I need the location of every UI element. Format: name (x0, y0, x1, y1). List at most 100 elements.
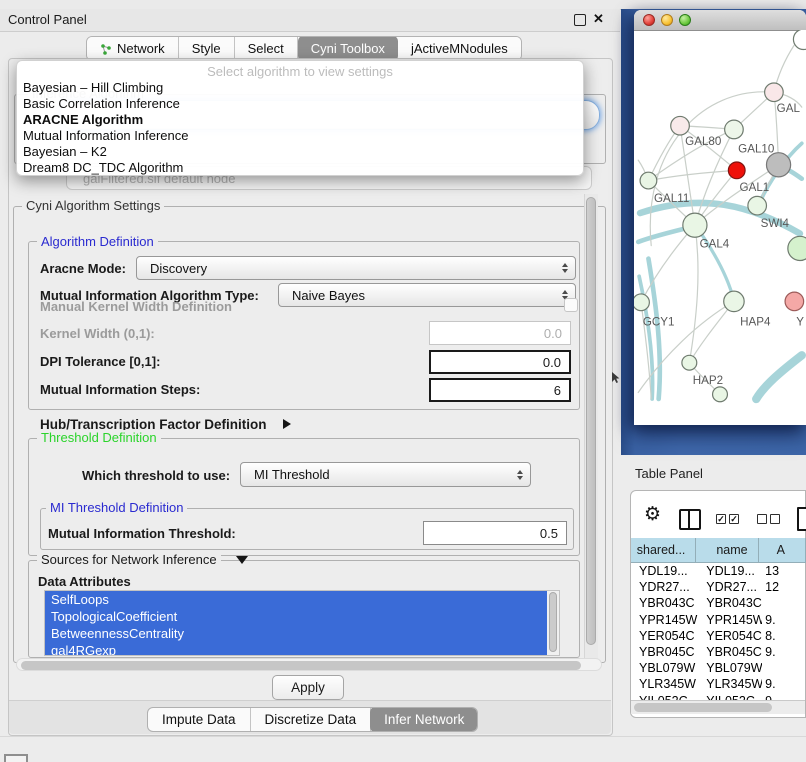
table-row[interactable]: YBR045CYBR045C9. (631, 644, 806, 660)
aracne-mode-combobox[interactable]: Discovery (136, 256, 576, 280)
tab-discretize-data[interactable]: Discretize Data (251, 708, 372, 731)
close-traffic-light[interactable] (643, 14, 655, 26)
mi-algorithm-type-combobox[interactable]: Naive Bayes (278, 283, 576, 307)
table-row[interactable]: YBR043CYBR043C (631, 595, 806, 611)
dpi-tolerance-input[interactable]: 0.0 (429, 350, 571, 374)
kernel-width-input[interactable]: 0.0 (429, 321, 571, 345)
node-y[interactable] (785, 292, 804, 311)
table-cell: YBR043C (631, 596, 698, 610)
tab-infer-network[interactable]: Infer Network (370, 707, 478, 732)
table-hscrollbar-thumb[interactable] (634, 703, 772, 712)
node-gal80[interactable] (671, 116, 690, 135)
node-gcy1[interactable] (634, 294, 649, 311)
float-window-icon[interactable] (574, 14, 586, 26)
stepper-arrows-icon (562, 263, 568, 273)
network-window-titlebar[interactable] (634, 10, 806, 31)
collapse-arrow-icon[interactable] (236, 556, 248, 564)
checkbox-unchecked-icon[interactable] (757, 514, 767, 524)
dropdown-prompt: Select algorithm to view settings (17, 64, 583, 79)
close-icon[interactable]: ✕ (593, 11, 604, 27)
table-cell: YLR345W (698, 677, 762, 691)
columns-icon[interactable] (679, 509, 701, 530)
node-gal10[interactable] (725, 120, 744, 139)
node-hap2[interactable] (682, 355, 697, 370)
column-header-1[interactable]: shared... (631, 538, 696, 563)
table-row[interactable]: YDR27...YDR27...12 (631, 579, 806, 595)
table-cell: 9. (762, 677, 806, 691)
table-row[interactable]: YBL079WYBL079W (631, 660, 806, 676)
table-cell: YDR27... (631, 580, 698, 594)
data-attributes-list[interactable]: SelfLoopsTopologicalCoefficientBetweenne… (44, 590, 560, 656)
node-hap4[interactable] (724, 291, 744, 311)
node-label: Y (796, 316, 804, 329)
manual-kernel-label: Manual Kernel Width Definition (40, 299, 232, 314)
node-label: HAP2 (693, 374, 723, 387)
which-threshold-value: MI Threshold (254, 467, 330, 482)
dropdown-item-bayesian-hill-climbing[interactable]: Bayesian – Hill Climbing (23, 80, 573, 96)
control-panel-titlebar[interactable]: Control Panel ✕ (0, 9, 620, 32)
minimized-panel-icon[interactable] (4, 754, 28, 762)
attributes-vscrollbar-thumb[interactable] (549, 592, 557, 652)
dropdown-item-basic-correlation-inference[interactable]: Basic Correlation Inference (23, 96, 573, 112)
attributes-vscrollbar[interactable] (547, 591, 559, 655)
checkbox-checked-icon[interactable]: ✓ (729, 514, 739, 524)
apply-button[interactable]: Apply (272, 675, 344, 700)
node-gal[interactable] (765, 83, 784, 102)
node[interactable] (713, 387, 728, 402)
tab-style[interactable]: Style (179, 37, 235, 60)
node-label: HAP4 (740, 316, 771, 329)
node[interactable] (766, 153, 790, 177)
dropdown-item-bayesian-k2[interactable]: Bayesian – K2 (23, 144, 573, 160)
tab-impute-data[interactable]: Impute Data (148, 708, 251, 731)
tab-select[interactable]: Select (235, 37, 298, 60)
node-swi4[interactable] (748, 196, 767, 215)
node[interactable] (793, 30, 806, 50)
attribute-item-gal4rgexp[interactable]: gal4RGexp (45, 642, 548, 656)
zoom-traffic-light[interactable] (679, 14, 691, 26)
tab-network[interactable]: Network (87, 37, 179, 60)
which-threshold-label: Which threshold to use: (82, 468, 230, 483)
mi-threshold-input[interactable]: 0.5 (423, 521, 567, 545)
aracne-mode-value: Discovery (150, 261, 207, 276)
dropdown-item-dream8-dc-tdc-algorithm[interactable]: Dream8 DC_TDC Algorithm (23, 160, 573, 176)
mi-steps-value: 6 (554, 383, 561, 398)
column-header-2[interactable]: name (696, 538, 758, 563)
attribute-item-selfloops[interactable]: SelfLoops (45, 591, 548, 608)
column-header-3[interactable]: A (759, 538, 806, 563)
mi-steps-label: Mutual Information Steps: (40, 382, 200, 397)
tab-jactivemnodules[interactable]: jActiveMNodules (398, 37, 521, 60)
table-cell: YBR045C (698, 645, 762, 659)
attribute-item-topologicalcoefficient[interactable]: TopologicalCoefficient (45, 608, 548, 625)
expand-arrow-icon[interactable] (283, 419, 291, 429)
mi-steps-input[interactable]: 6 (429, 378, 571, 402)
node-gal11[interactable] (640, 172, 657, 189)
edge (689, 225, 698, 363)
minimize-traffic-light[interactable] (661, 14, 673, 26)
mi-algorithm-type-value: Naive Bayes (292, 288, 365, 303)
table-row[interactable]: YDL19...YDL19...13 (631, 563, 806, 579)
gear-icon[interactable]: ⚙ (644, 505, 661, 524)
which-threshold-combobox[interactable]: MI Threshold (240, 462, 531, 487)
network-graph[interactable]: GALGAL80GAL10GAL1GAL11SWI4GAL4GCY1HAP4YH… (634, 30, 806, 425)
manual-kernel-checkbox[interactable] (564, 298, 578, 312)
table-row[interactable]: YLR345WYLR345W9. (631, 676, 806, 692)
checkbox-unchecked-icon[interactable] (770, 514, 780, 524)
table-hscrollbar[interactable] (631, 700, 805, 714)
settings-vscrollbar[interactable] (584, 194, 598, 660)
node-gal1[interactable] (728, 162, 745, 179)
table-row[interactable]: YPR145WYPR145W9. (631, 612, 806, 628)
dropdown-item-mutual-information-inference[interactable]: Mutual Information Inference (23, 128, 573, 144)
kernel-width-value: 0.0 (544, 326, 562, 341)
tab-label: Style (192, 41, 221, 56)
node[interactable] (788, 236, 806, 260)
dropdown-item-aracne-algorithm[interactable]: ARACNE Algorithm (23, 112, 573, 128)
table-row[interactable]: YER054CYER054C8. (631, 628, 806, 644)
node-gal4[interactable] (683, 213, 707, 237)
attribute-item-betweennesscentrality[interactable]: BetweennessCentrality (45, 625, 548, 642)
settings-hscrollbar[interactable] (16, 658, 602, 671)
document-icon[interactable] (797, 507, 806, 531)
settings-vscrollbar-thumb[interactable] (586, 197, 596, 645)
network-view-window[interactable]: GALGAL80GAL10GAL1GAL11SWI4GAL4GCY1HAP4YH… (634, 10, 806, 425)
settings-hscrollbar-thumb[interactable] (21, 661, 581, 670)
checkbox-checked-icon[interactable]: ✓ (716, 514, 726, 524)
